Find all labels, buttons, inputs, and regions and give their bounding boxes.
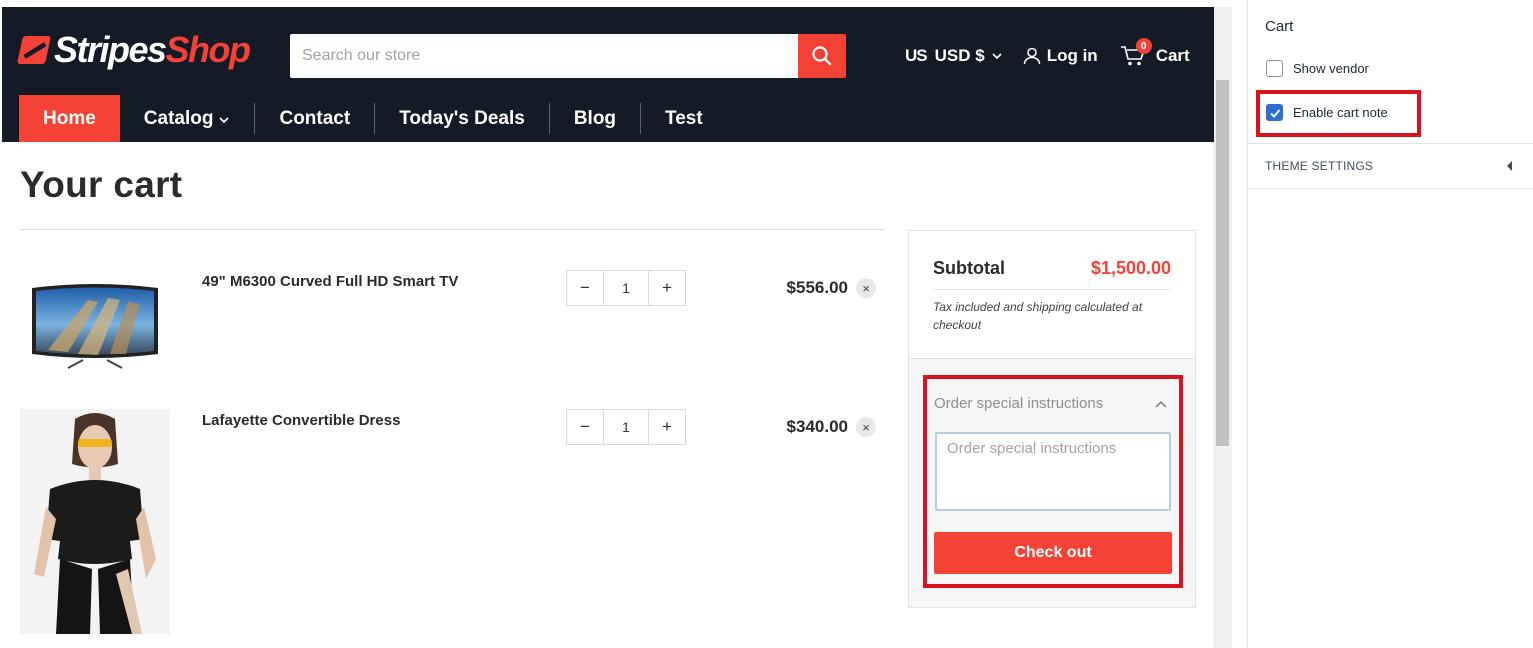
qty-minus-button[interactable]: − [567,271,603,305]
nav-item-blog[interactable]: Blog [550,95,640,142]
search-bar [290,34,846,78]
nav-item-test[interactable]: Test [641,95,727,142]
nav-label: Blog [573,107,617,129]
enable-cart-note-option[interactable]: Enable cart note [1266,104,1388,121]
checkout-button[interactable]: Check out [934,532,1172,574]
subtotal-section: Subtotal $1,500.00 Tax included and ship… [909,231,1195,359]
login-label: Log in [1046,46,1098,65]
panel-divider [1248,188,1533,189]
note-heading[interactable]: Order special instructions [934,395,1103,412]
currency-selector[interactable]: US USD $ [905,46,1003,66]
show-vendor-checkbox[interactable] [1266,60,1283,77]
nav-item-home[interactable]: Home [19,95,120,142]
cart-count-badge: 0 [1135,38,1152,54]
header-actions: US USD $ Log in 0 Cart [905,38,1190,69]
store-header: StripesShop US USD $ Log in [2,7,1214,142]
app-root: StripesShop US USD $ Log in [0,0,1533,648]
tv-image-graphic [32,284,158,369]
panel-title: Cart [1265,18,1294,35]
currency-label: USD $ [934,46,985,65]
top-strip [0,0,1214,7]
search-button[interactable] [798,34,846,78]
theme-settings-label[interactable]: THEME SETTINGS [1265,159,1373,173]
subtotal-label: Subtotal [933,258,1005,278]
option-label: Show vendor [1293,61,1369,76]
tv-image[interactable] [28,280,162,370]
cart-item: Lafayette Convertible Dress − 1 + $340.0… [20,399,886,639]
qty-plus-button[interactable]: + [649,271,685,305]
store-logo[interactable]: StripesShop [17,29,251,70]
summary-divider [933,289,1171,290]
dress-image[interactable] [20,409,170,634]
tax-note: Tax included and shipping calculated at … [933,300,1143,332]
nav-label: Today's Deals [399,107,525,129]
checkmark-icon [1269,108,1280,118]
logo-text-part2: Shop [165,29,251,70]
search-input[interactable] [290,34,798,78]
quantity-stepper: − 1 + [566,270,686,306]
dress-image-graphic [20,409,170,634]
cart-link[interactable]: 0 Cart [1120,38,1190,67]
cart-item: 49" M6300 Curved Full HD Smart TV − 1 + … [20,260,886,380]
page-title: Your cart [20,164,183,205]
cart-label: Cart [1155,46,1190,65]
caret-left-icon[interactable] [1507,161,1512,171]
currency-flag: US [905,46,928,65]
logo-text-part1: Stripes [54,29,167,70]
qty-input[interactable]: 1 [603,271,649,305]
qty-minus-button[interactable]: − [567,410,603,444]
nav-label: Contact [279,107,351,129]
cart-note-highlight: Order special instructions Check out [923,375,1183,588]
login-link[interactable]: Log in [1023,46,1098,66]
panel-divider [1248,143,1533,144]
logo-mark-icon [17,36,51,64]
storefront-preview: StripesShop US USD $ Log in [0,0,1232,648]
chevron-down-icon [992,53,1002,60]
chevron-down-icon [219,117,230,124]
search-icon [812,46,832,66]
nav-item-todays-deals[interactable]: Today's Deals [375,95,549,142]
logo-text: StripesShop [54,29,251,70]
option-label: Enable cart note [1293,105,1388,120]
order-note-input[interactable] [935,432,1171,511]
remove-item-button[interactable]: × [856,278,876,298]
quantity-stepper: − 1 + [566,409,686,445]
main-nav: Home Catalog Contact Today's Deals Blog … [19,95,727,142]
item-title[interactable]: Lafayette Convertible Dress [202,412,400,429]
cart-summary: Subtotal $1,500.00 Tax included and ship… [908,230,1196,608]
subtotal-value: $1,500.00 [1090,258,1171,278]
enable-cart-note-checkbox[interactable] [1266,104,1283,121]
qty-input[interactable]: 1 [603,410,649,444]
settings-panel: Cart Show vendor Enable cart note THEME … [1247,0,1533,648]
user-icon [1023,47,1040,65]
qty-plus-button[interactable]: + [649,410,685,444]
remove-item-button[interactable]: × [856,417,876,437]
show-vendor-option[interactable]: Show vendor [1266,60,1369,77]
scrollbar-thumb[interactable] [1216,80,1229,446]
item-price: $340.00 [786,417,848,436]
nav-item-catalog[interactable]: Catalog [120,95,255,142]
nav-label: Test [665,107,703,129]
chevron-up-icon[interactable] [1154,399,1168,409]
cart-divider [20,229,885,230]
item-title[interactable]: 49" M6300 Curved Full HD Smart TV [202,273,458,290]
item-price: $556.00 [786,278,848,297]
nav-item-contact[interactable]: Contact [255,95,374,142]
nav-label: Catalog [143,107,214,129]
nav-label: Home [43,107,96,129]
